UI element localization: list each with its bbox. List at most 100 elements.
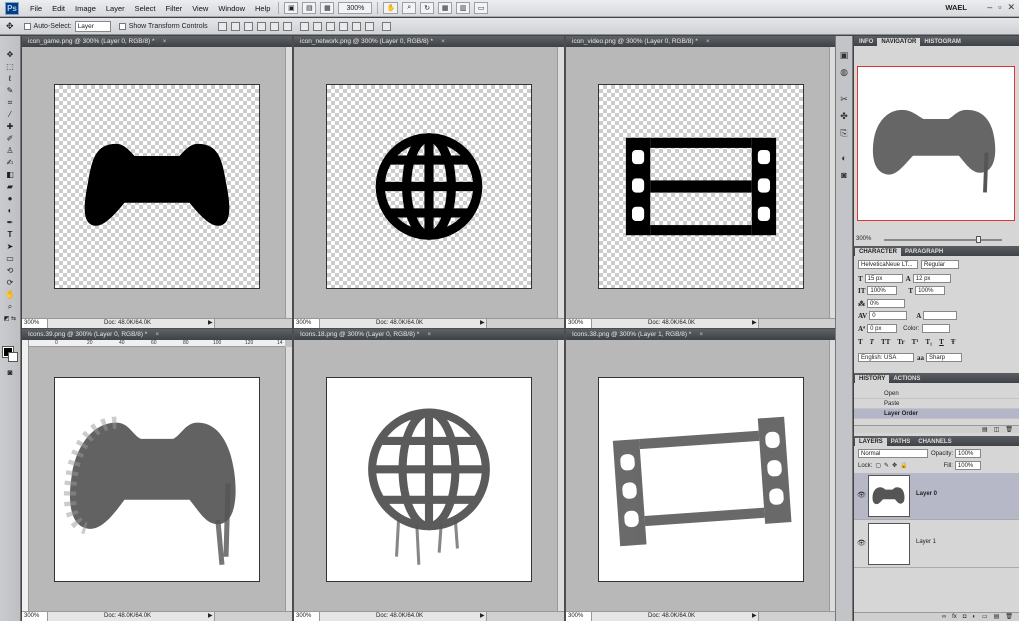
blur-tool-icon[interactable]: ● <box>2 194 18 204</box>
dodge-tool-icon[interactable]: ◐ <box>2 206 18 216</box>
tab-layers[interactable]: LAYERS <box>855 438 887 446</box>
font-size-field[interactable]: 15 px <box>864 274 903 283</box>
brush-tool-icon[interactable]: ✐ <box>2 134 18 144</box>
vertical-scrollbar[interactable] <box>285 347 292 611</box>
horizontal-scrollbar[interactable] <box>486 319 564 328</box>
distribute-bottom-icon[interactable] <box>325 21 335 31</box>
auto-select-dropdown[interactable]: Layer <box>74 20 111 32</box>
new-layer-icon[interactable]: ▤ <box>994 613 1000 621</box>
tab-character[interactable]: CHARACTER <box>855 248 901 256</box>
restore-icon[interactable]: ▫ <box>998 2 1001 13</box>
menu-file[interactable]: File <box>25 4 47 13</box>
zoom-level-select[interactable]: 300% <box>338 2 373 14</box>
mini-bridge-button[interactable]: ▤ <box>302 2 317 14</box>
shape-tool-icon[interactable]: ▭ <box>2 254 18 264</box>
tab-paragraph[interactable]: PARAGRAPH <box>901 248 947 256</box>
view-extras-button[interactable]: ▦ <box>320 2 335 14</box>
menu-window[interactable]: Window <box>213 4 250 13</box>
canvas[interactable] <box>326 377 532 582</box>
lock-all-icon[interactable]: 🔒 <box>900 462 907 469</box>
align-vcenter-icon[interactable] <box>230 21 240 31</box>
hand-tool-icon[interactable]: ✋ <box>2 290 18 300</box>
canvas-area[interactable] <box>22 47 285 318</box>
marquee-tool-icon[interactable]: ⬚ <box>2 62 18 72</box>
zoom-tool-icon[interactable]: ⌕ <box>402 2 417 14</box>
navigator-panel-icon[interactable]: ▣ <box>839 50 850 61</box>
distribute-right-icon[interactable] <box>364 21 374 31</box>
show-transform-checkbox[interactable] <box>118 22 126 30</box>
new-document-from-state-icon[interactable]: ▤ <box>982 426 988 433</box>
close-icon[interactable]: × <box>155 331 159 338</box>
close-icon[interactable]: × <box>441 38 445 45</box>
new-group-icon[interactable]: ▭ <box>982 613 988 621</box>
eraser-tool-icon[interactable]: ◧ <box>2 170 18 180</box>
lock-transparent-icon[interactable]: ▢ <box>875 462 881 469</box>
vertical-scrollbar[interactable] <box>557 340 564 611</box>
tab-paths[interactable]: PATHS <box>887 438 914 446</box>
minimize-icon[interactable]: – <box>987 2 992 13</box>
clone-stamp-tool-icon[interactable]: ♙ <box>2 146 18 156</box>
small-caps-button[interactable]: Tr <box>897 338 904 346</box>
document-window-icon-video[interactable]: icon_video.png @ 300% (Layer 0, RGB/8) *… <box>566 36 836 328</box>
align-top-icon[interactable] <box>217 21 227 31</box>
history-item[interactable]: Open <box>854 389 1019 399</box>
horizontal-scrollbar[interactable] <box>486 612 564 621</box>
distribute-hcenter-icon[interactable] <box>351 21 361 31</box>
subscript-button[interactable]: T₁ <box>925 338 932 346</box>
fill-field[interactable]: 100% <box>954 461 981 470</box>
navigator-zoom-field[interactable]: 300% <box>856 236 871 242</box>
move-tool-icon[interactable]: ✥ <box>6 21 14 32</box>
blend-mode-select[interactable]: Normal <box>858 449 928 458</box>
document-window-icons-39[interactable]: Icons.39.png @ 300% (Layer 0, RGB/8) * × … <box>22 329 292 621</box>
tool-presets-icon[interactable]: ✂ <box>839 94 850 105</box>
quick-mask-icon[interactable]: ◙ <box>2 368 18 378</box>
quick-select-tool-icon[interactable]: ✎ <box>2 86 18 96</box>
vertical-scrollbar[interactable] <box>557 47 564 318</box>
align-hcenter-icon[interactable] <box>269 21 279 31</box>
pen-tool-icon[interactable]: ✒ <box>2 218 18 228</box>
lock-position-icon[interactable]: ✥ <box>892 462 897 469</box>
grid-icon[interactable]: ▦ <box>438 2 453 14</box>
menu-select[interactable]: Select <box>130 4 161 13</box>
menu-image[interactable]: Image <box>70 4 101 13</box>
auto-align-icon[interactable] <box>381 21 391 31</box>
document-tab[interactable]: Icons.39.png @ 300% (Layer 0, RGB/8) * × <box>22 329 292 340</box>
vertical-scale-field[interactable]: 100% <box>867 286 898 295</box>
3d-rotate-tool-icon[interactable]: ⟲ <box>2 266 18 276</box>
delete-layer-icon[interactable]: 🗑 <box>1005 613 1013 621</box>
close-icon[interactable]: ✕ <box>1007 2 1015 13</box>
faux-italic-button[interactable]: T <box>870 338 874 346</box>
gradient-tool-icon[interactable]: ▰ <box>2 182 18 192</box>
horizontal-scrollbar[interactable] <box>758 612 836 621</box>
tab-history[interactable]: HISTORY <box>855 375 890 383</box>
canvas-area[interactable] <box>566 47 829 318</box>
close-icon[interactable]: × <box>706 38 710 45</box>
canvas-area[interactable] <box>294 340 557 611</box>
horizontal-scale-field[interactable]: 100% <box>915 286 946 295</box>
brushes-panel-icon[interactable]: ✤ <box>839 111 850 122</box>
auto-select-checkbox[interactable] <box>23 22 31 30</box>
tab-actions[interactable]: ACTIONS <box>889 375 924 383</box>
document-tab[interactable]: Icons.18.png @ 300% (Layer 0, RGB/8) * × <box>294 329 564 340</box>
menu-help[interactable]: Help <box>250 4 275 13</box>
default-colors-icon[interactable]: ◩ ⇆ <box>2 314 18 324</box>
canvas[interactable] <box>598 84 804 289</box>
tab-info[interactable]: INFO <box>855 38 877 46</box>
menu-view[interactable]: View <box>187 4 213 13</box>
navigator-zoom-slider[interactable] <box>884 239 1002 241</box>
zoom-field[interactable]: 300% <box>294 612 320 621</box>
arrange-documents-icon[interactable]: ▥ <box>456 2 471 14</box>
canvas-area[interactable] <box>294 47 557 318</box>
canvas-area[interactable] <box>29 347 285 611</box>
crop-tool-icon[interactable]: ⌗ <box>2 98 18 108</box>
zoom-field[interactable]: 300% <box>22 319 48 328</box>
document-tab[interactable]: icon_network.png @ 300% (Layer 0, RGB/8)… <box>294 36 564 47</box>
color-panel-icon[interactable]: ◍ <box>839 67 850 78</box>
healing-brush-tool-icon[interactable]: ✚ <box>2 122 18 132</box>
workspace-name[interactable]: WAEL <box>945 3 967 12</box>
close-icon[interactable]: × <box>427 331 431 338</box>
adjustments-panel-icon[interactable]: ◐ <box>839 153 850 164</box>
font-style-select[interactable]: Regular <box>921 260 959 269</box>
layer-style-icon[interactable]: fx <box>952 613 957 621</box>
leading-field[interactable]: 12 px <box>912 274 951 283</box>
